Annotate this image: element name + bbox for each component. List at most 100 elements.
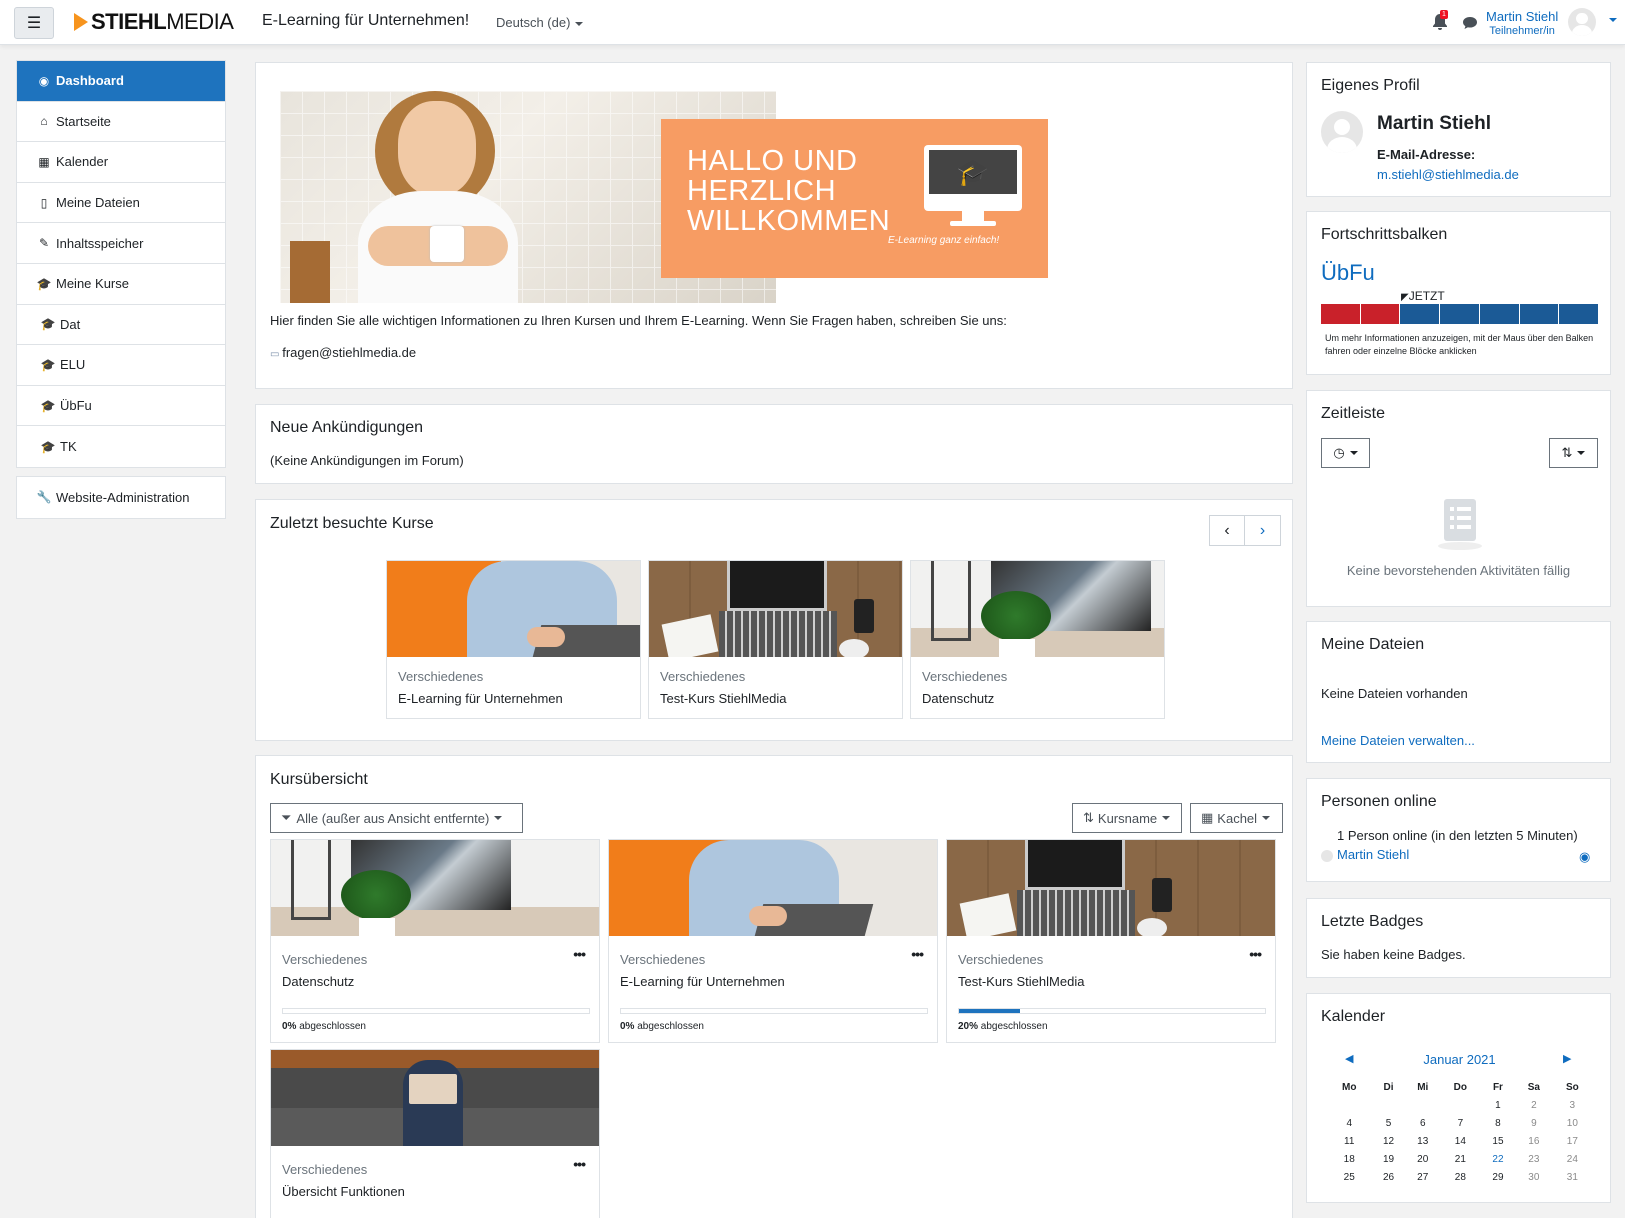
course-name-link[interactable]: Test-Kurs StiehlMedia — [660, 691, 786, 706]
calendar-day[interactable]: 22 — [1481, 1150, 1515, 1168]
progress-segments[interactable] — [1321, 304, 1599, 324]
sort-dropdown[interactable]: ⇅ Kursname — [1072, 803, 1182, 833]
recent-course-card[interactable]: Verschiedenes Test-Kurs StiehlMedia — [648, 560, 903, 719]
calendar-day[interactable]: 25 — [1327, 1168, 1371, 1186]
calendar-day[interactable]: 10 — [1553, 1114, 1592, 1132]
calendar-day[interactable]: 14 — [1440, 1132, 1481, 1150]
progress-segment-blue[interactable] — [1400, 304, 1440, 324]
calendar-day[interactable]: 17 — [1553, 1132, 1592, 1150]
progress-segment-red[interactable] — [1360, 304, 1400, 324]
calendar-month-link[interactable]: Januar 2021 — [1321, 1052, 1598, 1067]
chevron-down-icon — [494, 816, 503, 820]
language-menu[interactable]: Deutsch (de) — [496, 15, 584, 30]
course-card[interactable]: Verschiedenes ••• Datenschutz 0% abgesch… — [270, 839, 600, 1043]
recent-course-card[interactable]: Verschiedenes Datenschutz — [910, 560, 1165, 719]
calendar-day[interactable]: 28 — [1440, 1168, 1481, 1186]
timeline-sort-dropdown[interactable]: ⇅ — [1549, 438, 1598, 468]
progress-segment-red[interactable] — [1321, 304, 1360, 324]
calendar-month-nav: ◀ Januar 2021 ▶ — [1321, 1050, 1598, 1070]
hamburger-menu-button[interactable]: ☰ — [14, 7, 54, 39]
calendar-day[interactable]: 27 — [1406, 1168, 1440, 1186]
course-name-link[interactable]: Test-Kurs StiehlMedia — [958, 974, 1084, 989]
contact-email-text[interactable]: fragen@stiehlmedia.de — [282, 345, 416, 360]
next-button[interactable]: › — [1245, 515, 1281, 546]
calendar-day[interactable]: 1 — [1481, 1096, 1515, 1114]
course-actions-menu-icon[interactable]: ••• — [1249, 946, 1262, 962]
user-avatar[interactable] — [1568, 8, 1596, 36]
welcome-block: HALLO UND HERZLICH WILLKOMMEN 🎓 E-Learni… — [255, 62, 1293, 389]
view-dropdown[interactable]: ▦ Kachel — [1190, 803, 1283, 833]
calendar-day[interactable]: 12 — [1371, 1132, 1405, 1150]
progress-segment-blue[interactable] — [1440, 304, 1479, 324]
recent-course-card[interactable]: Verschiedenes E-Learning für Unternehmen — [386, 560, 641, 719]
course-card[interactable]: Verschiedenes ••• E-Learning für Unterne… — [608, 839, 938, 1043]
calendar-day[interactable]: 7 — [1440, 1114, 1481, 1132]
nav-meine-dateien[interactable]: ▯ Meine Dateien — [17, 183, 225, 224]
calendar-day[interactable]: 3 — [1553, 1096, 1592, 1114]
calendar-day — [1327, 1096, 1371, 1114]
previous-button[interactable]: ‹ — [1209, 515, 1245, 546]
calendar-day[interactable]: 4 — [1327, 1114, 1371, 1132]
calendar-day[interactable]: 5 — [1371, 1114, 1405, 1132]
progress-segment-blue[interactable] — [1479, 304, 1519, 324]
calendar-day[interactable]: 15 — [1481, 1132, 1515, 1150]
nav-meine-kurse[interactable]: 🎓 Meine Kurse — [17, 264, 225, 305]
calendar-day[interactable]: 13 — [1406, 1132, 1440, 1150]
next-month-icon[interactable]: ▶ — [1563, 1052, 1571, 1065]
calendar-day[interactable]: 26 — [1371, 1168, 1405, 1186]
nav-dashboard[interactable]: ◉ Dashboard — [17, 61, 225, 102]
site-name[interactable]: E-Learning für Unternehmen! — [262, 12, 469, 30]
nav-course-elu[interactable]: 🎓 ELU — [17, 345, 225, 386]
nav-course-tk[interactable]: 🎓 TK — [17, 426, 225, 467]
nav-website-administration[interactable]: 🔧 Website-Administration — [17, 477, 225, 518]
progress-course-link[interactable]: ÜbFu — [1321, 260, 1375, 286]
grouping-filter-dropdown[interactable]: ⏷ Alle (außer aus Ansicht entfernte) — [270, 803, 523, 833]
course-actions-menu-icon[interactable]: ••• — [573, 946, 586, 962]
calendar-day[interactable]: 11 — [1327, 1132, 1371, 1150]
timeline-filter-dropdown[interactable]: ◷ — [1321, 438, 1370, 468]
calendar-day[interactable]: 18 — [1327, 1150, 1371, 1168]
left-navigation-drawer: ◉ Dashboard ⌂ Startseite ▦ Kalender ▯ Meine … — [16, 60, 226, 527]
course-name-link[interactable]: Datenschutz — [922, 691, 994, 706]
manage-files-link[interactable]: Meine Dateien verwalten... — [1321, 733, 1475, 748]
nav-course-uebfu[interactable]: 🎓 ÜbFu — [17, 386, 225, 427]
progress-help-text: Um mehr Informationen anzuzeigen, mit de… — [1325, 333, 1594, 356]
profile-email-link[interactable]: m.stiehl@stiehlmedia.de — [1377, 167, 1519, 182]
calendar-day[interactable]: 19 — [1371, 1150, 1405, 1168]
calendar-day[interactable]: 21 — [1440, 1150, 1481, 1168]
progress-segment-blue[interactable] — [1519, 304, 1559, 324]
calendar-day[interactable]: 30 — [1515, 1168, 1553, 1186]
user-menu[interactable]: Martin Stiehl Teilnehmer/in — [1486, 9, 1558, 39]
nav-inhaltsspeicher[interactable]: ✎ Inhaltsspeicher — [17, 223, 225, 264]
calendar-day[interactable]: 6 — [1406, 1114, 1440, 1132]
course-actions-menu-icon[interactable]: ••• — [911, 946, 924, 962]
online-user-link[interactable]: Martin Stiehl — [1337, 847, 1409, 862]
calendar-day[interactable]: 9 — [1515, 1114, 1553, 1132]
calendar-day[interactable]: 23 — [1515, 1150, 1553, 1168]
course-card[interactable]: Verschiedenes ••• Test-Kurs StiehlMedia … — [946, 839, 1276, 1043]
course-name-link[interactable]: E-Learning für Unternehmen — [620, 974, 785, 989]
progress-segment-blue[interactable] — [1559, 304, 1599, 324]
course-name-link[interactable]: E-Learning für Unternehmen — [398, 691, 563, 706]
course-actions-menu-icon[interactable]: ••• — [573, 1156, 586, 1172]
calendar-day[interactable]: 24 — [1553, 1150, 1592, 1168]
nav-startseite[interactable]: ⌂ Startseite — [17, 102, 225, 143]
calendar-day[interactable]: 31 — [1553, 1168, 1592, 1186]
calendar-day[interactable]: 20 — [1406, 1150, 1440, 1168]
calendar-day — [1440, 1096, 1481, 1114]
course-name-link[interactable]: Datenschutz — [282, 974, 354, 989]
calendar-day[interactable]: 2 — [1515, 1096, 1553, 1114]
calendar-day[interactable]: 8 — [1481, 1114, 1515, 1132]
course-name-link[interactable]: Übersicht Funktionen — [282, 1184, 405, 1199]
site-logo[interactable]: STIEHL MEDIA — [74, 9, 234, 34]
nav-course-dat[interactable]: 🎓 Dat — [17, 305, 225, 346]
calendar-day[interactable]: 29 — [1481, 1168, 1515, 1186]
logo-play-icon — [74, 13, 88, 31]
eye-icon[interactable]: ◉ — [1579, 849, 1590, 865]
calendar-day[interactable]: 16 — [1515, 1132, 1553, 1150]
nav-kalender[interactable]: ▦ Kalender — [17, 142, 225, 183]
user-menu-chevron-icon[interactable] — [1609, 18, 1617, 22]
chat-icon[interactable] — [1462, 16, 1478, 30]
course-card[interactable]: Verschiedenes ••• Übersicht Funktionen — [270, 1049, 600, 1218]
profile-avatar[interactable] — [1321, 111, 1363, 153]
